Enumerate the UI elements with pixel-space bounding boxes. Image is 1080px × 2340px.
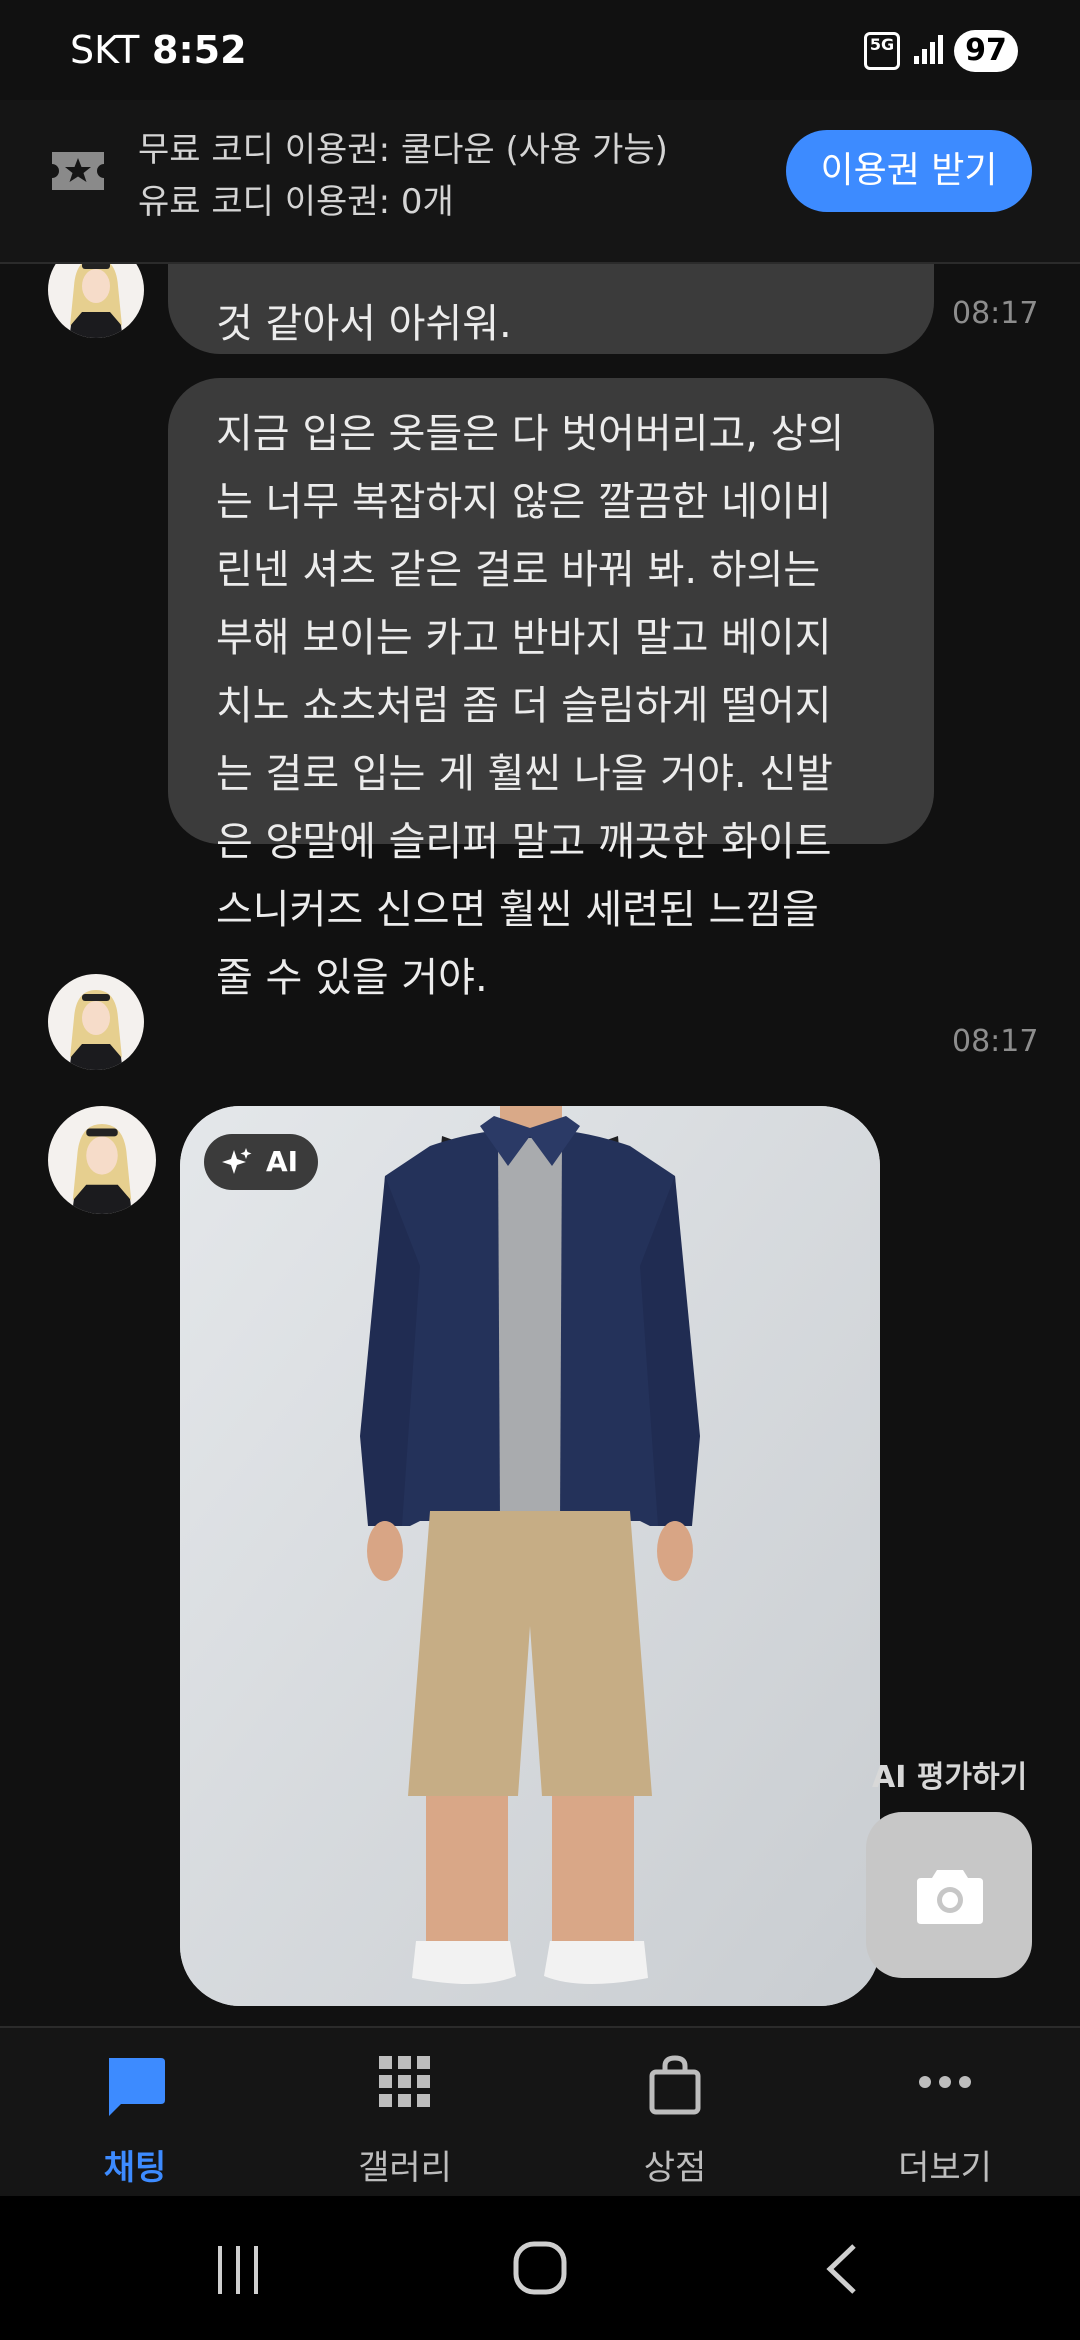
nav-label: 채팅	[103, 2148, 167, 2188]
nav-chat[interactable]: 채팅	[0, 2028, 270, 2198]
nav-label: 더보기	[898, 2148, 992, 2188]
generated-outfit-image[interactable]: AI	[180, 1106, 880, 2006]
message-bubble: 지금 입은 옷들은 다 벗어버리고, 상의 는 너무 복잡하지 않은 깔끔한 네…	[168, 378, 934, 1001]
get-ticket-button[interactable]: 이용권 받기	[786, 130, 1032, 212]
free-coupon-status: 무료 코디 이용권: 쿨다운 (사용 가능)	[138, 130, 668, 170]
network-5g-icon: 5G	[864, 32, 900, 70]
message-text: 것 같아서 아쉬워.	[216, 301, 512, 347]
character-avatar[interactable]	[48, 264, 144, 338]
nav-label: 상점	[643, 2148, 707, 2188]
battery-indicator: 97	[954, 30, 1018, 72]
message-timestamp: 08:17	[952, 1024, 1039, 1059]
grid-icon	[379, 2056, 430, 2107]
nav-more[interactable]: 더보기	[810, 2028, 1080, 2198]
system-navigation-bar	[0, 2196, 1080, 2340]
message-text: 지금 입은 옷들은 다 벗어버리고, 상의 는 너무 복잡하지 않은 깔끔한 네…	[216, 411, 845, 1001]
message-bubble: 것 같아서 아쉬워.	[168, 264, 934, 354]
shopping-bag-icon	[649, 2055, 701, 2115]
signal-icon	[914, 35, 943, 64]
ai-badge: AI	[204, 1134, 318, 1190]
status-bar: SKT 8:52 5G 97	[0, 0, 1080, 100]
paid-coupon-status: 유료 코디 이용권: 0개	[138, 182, 454, 222]
character-avatar[interactable]	[48, 974, 144, 1070]
coupon-banner: 무료 코디 이용권: 쿨다운 (사용 가능) 유료 코디 이용권: 0개 이용권…	[0, 100, 1080, 264]
ticket-star-icon	[52, 152, 104, 190]
sparkle-icon	[222, 1148, 252, 1174]
ai-evaluate-label[interactable]: AI 평가하기	[872, 1752, 1027, 1796]
network-type: 5G	[869, 35, 895, 54]
home-icon[interactable]	[512, 2240, 568, 2296]
ai-badge-label: AI	[266, 1145, 299, 1178]
bottom-navigation: 채팅 갤러리 상점 더보기	[0, 2026, 1080, 2198]
camera-icon	[917, 1870, 983, 1924]
carrier-label: SKT	[70, 28, 140, 72]
chat-icon	[109, 2058, 165, 2116]
nav-gallery[interactable]: 갤러리	[270, 2028, 540, 2198]
more-icon	[919, 2076, 971, 2088]
chat-area[interactable]: 것 같아서 아쉬워. 08:17 지금 입은 옷들은 다 벗어버리고, 상의 는…	[0, 264, 1080, 2026]
back-icon[interactable]	[822, 2242, 862, 2296]
clock: 8:52	[152, 28, 247, 72]
nav-shop[interactable]: 상점	[540, 2028, 810, 2198]
nav-label: 갤러리	[358, 2148, 452, 2188]
recent-apps-icon[interactable]	[212, 2244, 264, 2296]
message-timestamp: 08:17	[952, 296, 1039, 331]
character-avatar[interactable]	[48, 1106, 156, 1214]
camera-button[interactable]	[866, 1812, 1032, 1978]
